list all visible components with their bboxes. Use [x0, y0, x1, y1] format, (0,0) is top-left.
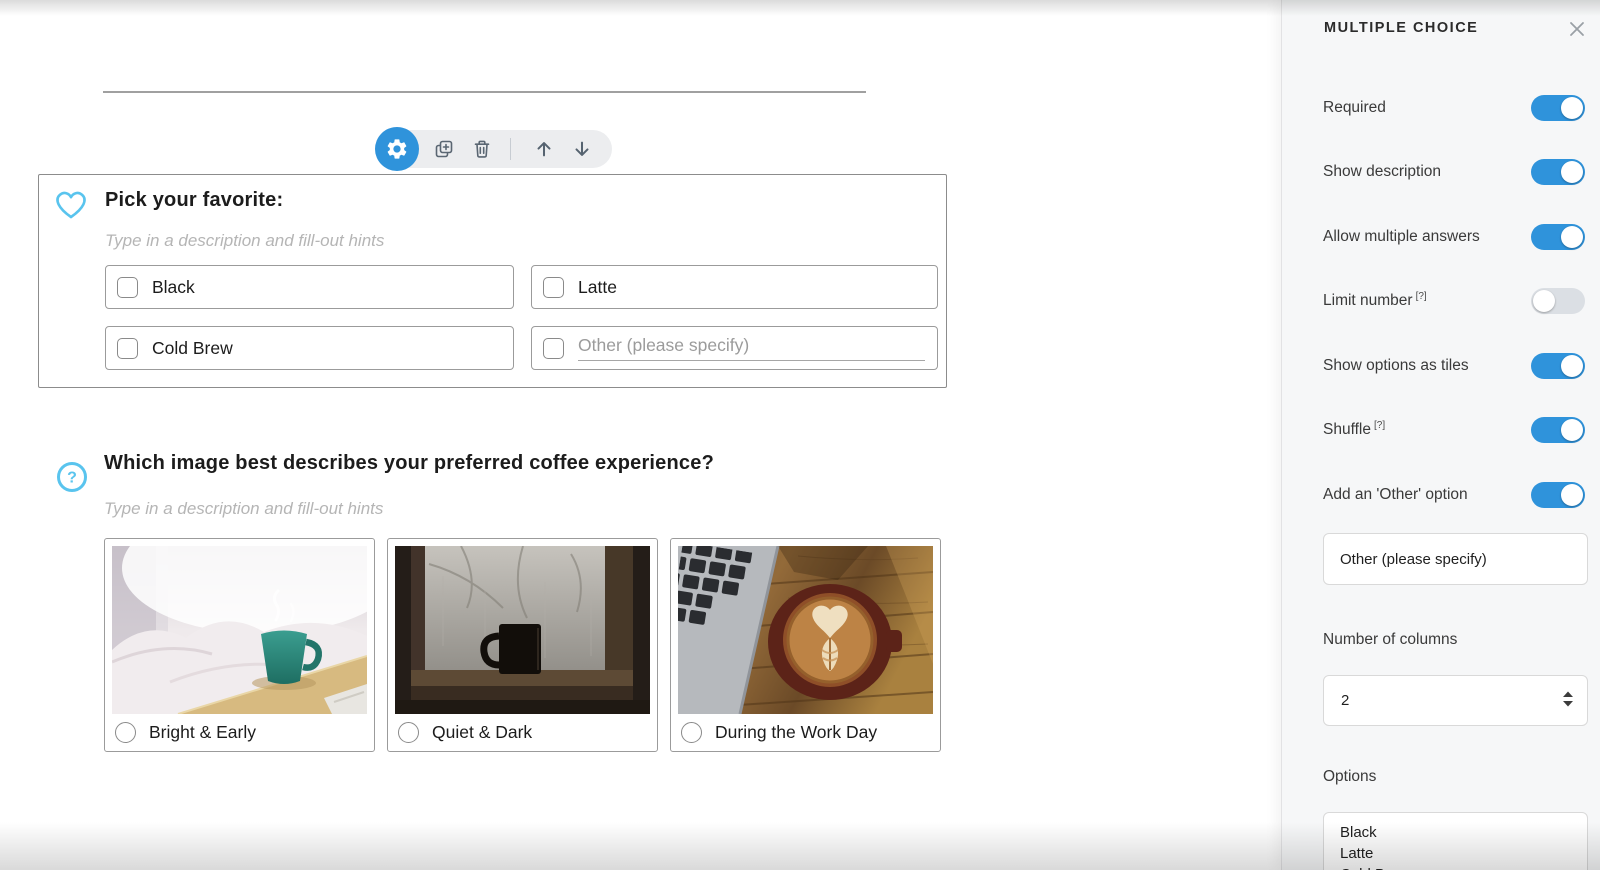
radio-button[interactable] [115, 722, 136, 743]
option-tile-black[interactable]: Black [105, 265, 514, 309]
options-textarea[interactable]: Black Latte Cold Brew [1323, 812, 1588, 870]
form-canvas: Pick your favorite: Type in a descriptio… [0, 0, 1281, 870]
setting-label: Allow multiple answers [1323, 227, 1483, 246]
image-option-label: During the Work Day [715, 722, 877, 743]
previous-question-text-input[interactable] [103, 91, 866, 93]
checkbox[interactable] [543, 277, 564, 298]
panel-title: MULTIPLE CHOICE [1324, 20, 1478, 36]
option-tile-latte[interactable]: Latte [531, 265, 938, 309]
question-mark-icon: ? [55, 460, 89, 499]
help-hint: [?] [1416, 291, 1427, 302]
up-down-arrows-icon [1561, 690, 1575, 711]
option-label: Black [152, 277, 195, 298]
arrow-up-icon [533, 138, 555, 160]
option-label: Cold Brew [152, 338, 233, 359]
number-of-columns-label: Number of columns [1323, 631, 1457, 649]
setting-row-limit-number: Limit number[?] [1323, 288, 1585, 314]
selected-value: 2 [1341, 692, 1349, 709]
question-2-options: Bright & Early [104, 538, 941, 752]
toggle-allow-multiple-answers[interactable] [1531, 224, 1585, 250]
move-up-button[interactable] [533, 138, 555, 160]
toggle-show-description[interactable] [1531, 159, 1585, 185]
settings-panel: MULTIPLE CHOICE Required Show descriptio… [1281, 0, 1600, 870]
number-of-columns-select[interactable]: 2 [1323, 675, 1588, 726]
options-label: Options [1323, 768, 1376, 786]
setting-row-shuffle: Shuffle[?] [1323, 417, 1585, 443]
question-1-options: Black Latte Cold Brew Other (please spec… [105, 265, 938, 370]
image-tile-work-day[interactable]: During the Work Day [670, 538, 941, 752]
other-option-text-input[interactable]: Other (please specify) [1323, 533, 1588, 585]
question-2-title[interactable]: Which image best describes your preferre… [104, 452, 714, 475]
heart-icon [51, 186, 91, 227]
radio-button[interactable] [398, 722, 419, 743]
settings-icon [385, 137, 409, 161]
setting-row-show-description: Show description [1323, 159, 1585, 185]
setting-label: Show options as tiles [1323, 356, 1472, 375]
photo-teal-mug-on-bedside-table [112, 546, 367, 714]
toggle-knob [1561, 355, 1583, 377]
radio-button[interactable] [681, 722, 702, 743]
setting-row-options-as-tiles: Show options as tiles [1323, 353, 1585, 379]
setting-label: Shuffle[?] [1323, 420, 1385, 439]
toggle-required[interactable] [1531, 95, 1585, 121]
setting-label: Show description [1323, 162, 1444, 181]
photo-dark-mug-by-rainy-window [395, 546, 650, 714]
toggle-knob [1561, 419, 1583, 441]
question-1-container[interactable]: Pick your favorite: Type in a descriptio… [38, 174, 947, 388]
image-option-label: Quiet & Dark [432, 722, 532, 743]
setting-label: Add an 'Other' option [1323, 485, 1471, 504]
toggle-shuffle[interactable] [1531, 417, 1585, 443]
move-down-button[interactable] [571, 138, 593, 160]
toolbar-divider [510, 138, 511, 160]
question-1-description-placeholder[interactable]: Type in a description and fill-out hints [105, 231, 384, 251]
checkbox[interactable] [543, 338, 564, 359]
help-hint: [?] [1374, 420, 1385, 431]
toggle-knob [1561, 226, 1583, 248]
toggle-knob [1561, 161, 1583, 183]
image-tile-bright-early[interactable]: Bright & Early [104, 538, 375, 752]
toggle-knob [1561, 484, 1583, 506]
setting-label: Required [1323, 98, 1389, 117]
toggle-limit-number[interactable] [1531, 288, 1585, 314]
option-tile-cold-brew[interactable]: Cold Brew [105, 326, 514, 370]
setting-row-add-other: Add an 'Other' option [1323, 482, 1585, 508]
question-2-description-placeholder[interactable]: Type in a description and fill-out hints [104, 499, 383, 519]
option-tile-other[interactable]: Other (please specify) [531, 326, 938, 370]
duplicate-button[interactable] [433, 138, 455, 160]
svg-text:?: ? [67, 470, 77, 487]
option-label: Latte [578, 277, 617, 298]
question-1-title[interactable]: Pick your favorite: [105, 189, 283, 212]
checkbox[interactable] [117, 277, 138, 298]
toggle-knob [1561, 97, 1583, 119]
duplicate-icon [433, 138, 455, 160]
photo-latte-art-next-to-laptop [678, 546, 933, 714]
close-panel-button[interactable] [1567, 19, 1587, 39]
toggle-show-options-as-tiles[interactable] [1531, 353, 1585, 379]
close-icon [1567, 19, 1587, 39]
setting-row-allow-multiple: Allow multiple answers [1323, 224, 1585, 250]
question-toolbar [375, 130, 612, 168]
delete-button[interactable] [471, 138, 493, 160]
image-option-label: Bright & Early [149, 722, 256, 743]
toggle-knob [1533, 290, 1555, 312]
setting-label: Limit number[?] [1323, 291, 1427, 310]
trash-icon [471, 138, 493, 160]
other-text-input[interactable]: Other (please specify) [578, 335, 925, 361]
settings-button[interactable] [375, 127, 419, 171]
toggle-add-other-option[interactable] [1531, 482, 1585, 508]
arrow-down-icon [571, 138, 593, 160]
image-tile-quiet-dark[interactable]: Quiet & Dark [387, 538, 658, 752]
other-placeholder: Other (please specify) [578, 335, 749, 355]
setting-row-required: Required [1323, 95, 1585, 121]
checkbox[interactable] [117, 338, 138, 359]
